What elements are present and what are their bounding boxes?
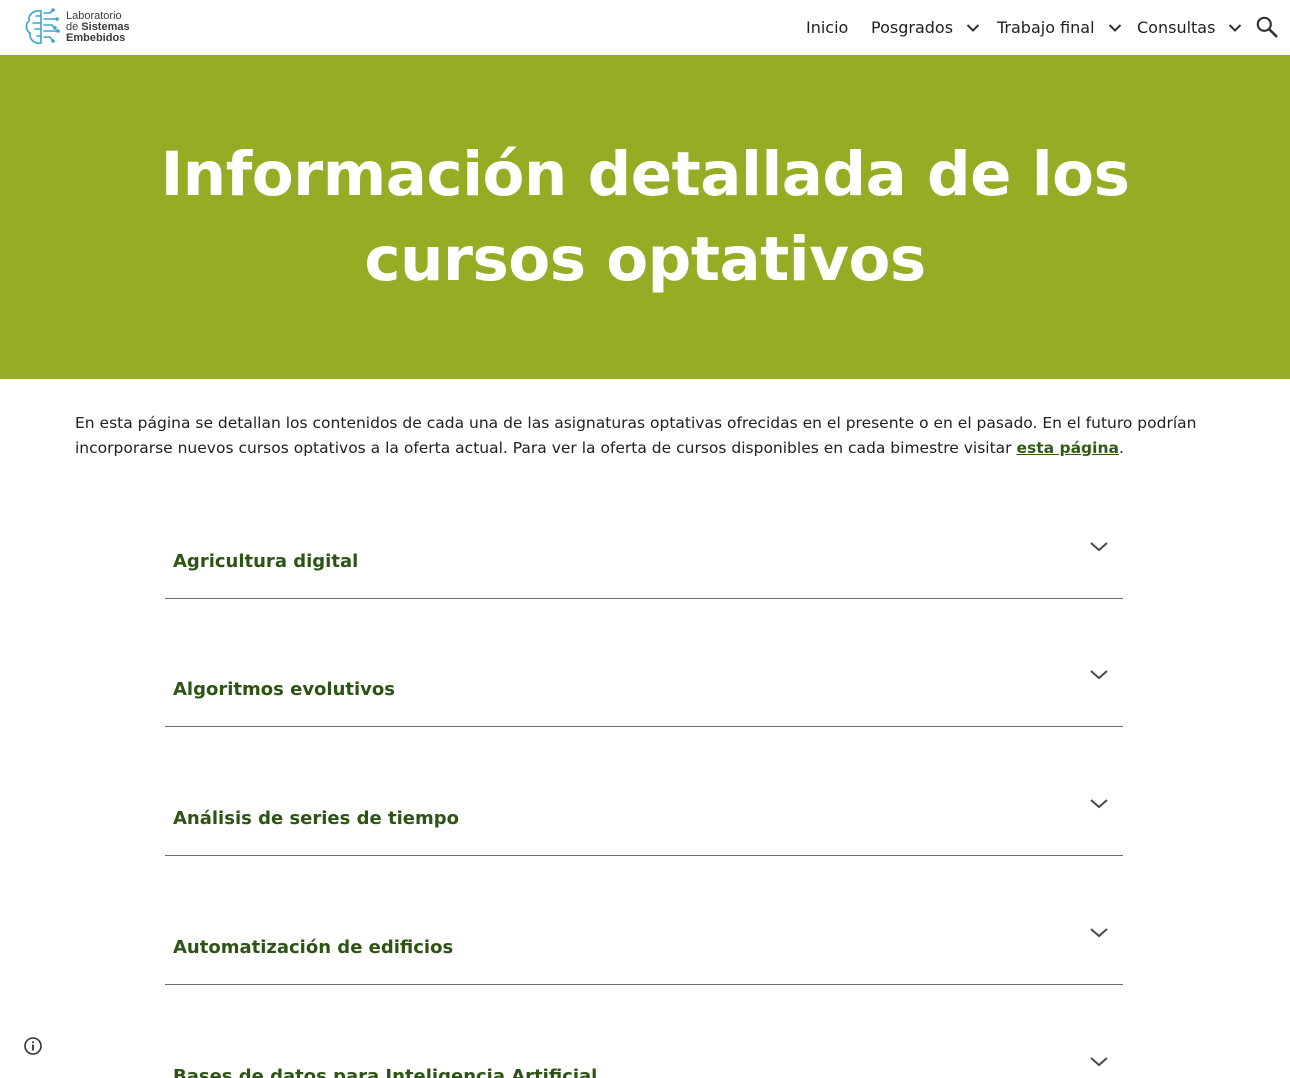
intro-after: .	[1118, 439, 1124, 457]
chevron-down-icon	[966, 23, 980, 32]
course-accordion-item[interactable]: Agricultura digital	[165, 539, 1123, 599]
intro-link[interactable]: esta página	[1016, 439, 1118, 457]
page-title: Información detallada de los cursos opta…	[160, 139, 1130, 295]
nav-label: Trabajo final	[997, 18, 1095, 37]
chevron-down-icon	[1090, 928, 1108, 938]
course-accordion-item[interactable]: Algoritmos evolutivos	[165, 667, 1123, 727]
nav-item-consultas[interactable]: Consultas	[1137, 0, 1242, 55]
course-accordion-item[interactable]: Bases de datos para Inteligencia Artific…	[165, 1054, 1123, 1078]
site-logo[interactable]: Laboratorio de Sistemas Embebidos	[24, 6, 144, 48]
logo-line-3: Embebidos	[66, 31, 126, 44]
course-title: Automatización de edificios	[173, 937, 454, 958]
chevron-down-icon	[1090, 799, 1108, 809]
course-title: Bases de datos para Inteligencia Artific…	[173, 1066, 598, 1078]
brain-circuit-icon	[25, 8, 60, 44]
chevron-down-icon	[1108, 23, 1121, 32]
search-icon[interactable]	[1254, 14, 1280, 40]
logo-line-2-bold: Sistemas	[81, 20, 130, 33]
nav-label: Consultas	[1137, 18, 1216, 37]
nav-label: Posgrados	[871, 18, 954, 37]
chevron-down-icon	[1090, 670, 1108, 680]
chevron-down-icon	[1229, 23, 1242, 32]
page-banner: Información detallada de los cursos opta…	[0, 55, 1290, 379]
nav-item-inicio[interactable]: Inicio	[806, 0, 848, 55]
course-accordion-item[interactable]: Análisis de series de tiempo	[165, 796, 1123, 856]
nav-item-posgrados[interactable]: Posgrados	[871, 0, 980, 55]
nav-label: Inicio	[806, 18, 849, 37]
nav-item-trabajo-final[interactable]: Trabajo final	[997, 0, 1122, 55]
course-title: Agricultura digital	[173, 551, 359, 572]
logo-line-2-prefix: de	[66, 20, 82, 33]
intro-paragraph: En esta página se detallan los contenido…	[75, 411, 1215, 461]
course-title: Análisis de series de tiempo	[173, 808, 459, 829]
course-title: Algoritmos evolutivos	[173, 679, 395, 700]
course-accordion-item[interactable]: Automatización de edificios	[165, 925, 1123, 985]
info-icon[interactable]	[23, 1036, 43, 1056]
chevron-down-icon	[1090, 542, 1108, 552]
logo-text: Laboratorio de Sistemas Embebidos	[66, 10, 130, 44]
logo-line-2: de Sistemas	[66, 20, 130, 33]
site-header: Laboratorio de Sistemas Embebidos Inicio…	[0, 0, 1290, 55]
chevron-down-icon	[1090, 1057, 1108, 1067]
